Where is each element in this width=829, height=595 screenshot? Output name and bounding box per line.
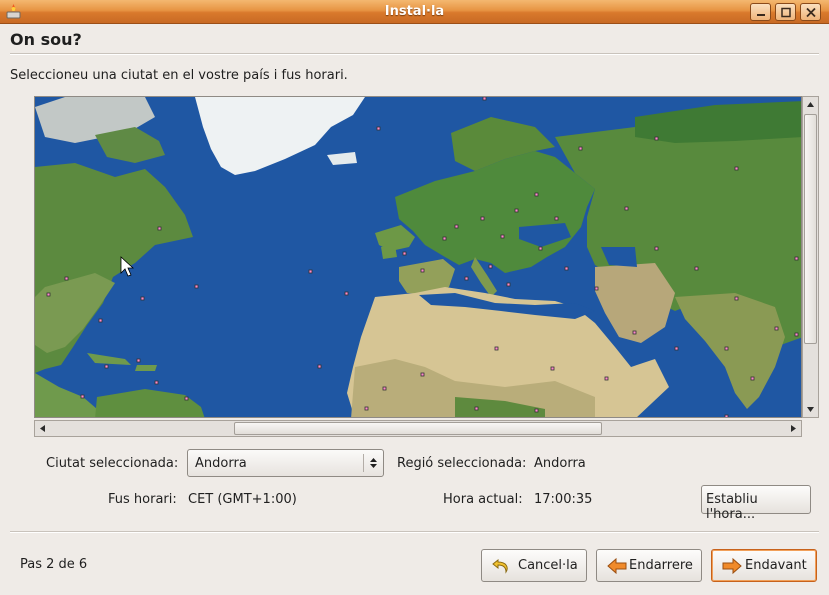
set-time-button-label: Establiu l'hora... [706, 492, 758, 522]
scroll-down-arrow-icon[interactable] [803, 402, 818, 417]
map-vertical-scrollbar[interactable] [802, 96, 819, 418]
combobox-separator [363, 454, 364, 472]
current-time-label: Hora actual: [443, 492, 523, 507]
minimize-button[interactable] [750, 3, 771, 21]
region-label: Regió seleccionada: [397, 456, 527, 471]
close-icon [806, 7, 816, 18]
back-button-label: Endarrere [629, 558, 693, 573]
updown-arrows-icon [370, 458, 377, 468]
world-map[interactable] [34, 96, 802, 418]
forward-button[interactable]: Endavant [711, 549, 817, 582]
window-titlebar[interactable]: Instal·la [0, 0, 829, 24]
timezone-label: Fus horari: [108, 492, 177, 507]
undo-arrow-icon [492, 558, 508, 574]
maximize-button[interactable] [775, 3, 796, 21]
window-title: Instal·la [384, 4, 445, 19]
hispaniola-island [135, 365, 157, 371]
scroll-left-arrow-icon[interactable] [35, 421, 50, 436]
cancel-button-label: Cancel·la [518, 558, 578, 573]
minimize-icon [757, 14, 765, 16]
back-button[interactable]: Endarrere [596, 549, 702, 582]
arrow-right-icon [722, 557, 742, 575]
arrow-left-icon [607, 557, 627, 575]
horizontal-scroll-thumb[interactable] [234, 422, 602, 435]
forward-button-label: Endavant [745, 558, 807, 573]
instruction-text: Seleccioneu una ciutat en el vostre país… [10, 68, 348, 83]
ireland-island [381, 245, 397, 259]
map-canvas[interactable] [35, 97, 802, 418]
maximize-icon [781, 7, 791, 18]
step-indicator: Pas 2 de 6 [20, 557, 88, 572]
header-divider [10, 53, 819, 55]
scroll-right-arrow-icon[interactable] [786, 421, 801, 436]
map-horizontal-scrollbar[interactable] [34, 420, 802, 437]
timezone-value: CET (GMT+1:00) [188, 492, 297, 507]
city-label: Ciutat seleccionada: [46, 456, 179, 471]
scroll-up-arrow-icon[interactable] [803, 97, 818, 112]
current-time-value: 17:00:35 [534, 492, 593, 507]
footer-divider [10, 531, 819, 533]
page-title: On sou? [10, 30, 82, 49]
close-window-button[interactable] [800, 3, 821, 21]
set-time-button[interactable]: Establiu l'hora... [701, 485, 811, 522]
city-combobox[interactable]: Andorra [187, 449, 384, 477]
region-value: Andorra [534, 456, 586, 471]
city-combobox-value: Andorra [195, 456, 247, 471]
vertical-scroll-thumb[interactable] [804, 114, 817, 344]
cancel-button[interactable]: Cancel·la [481, 549, 587, 582]
